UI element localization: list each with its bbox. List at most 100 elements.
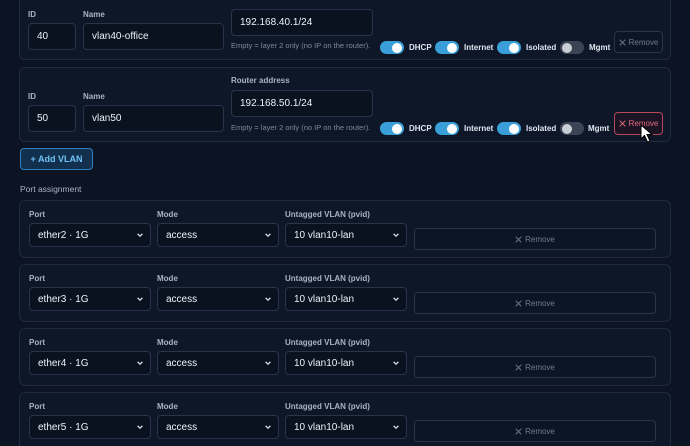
mode-select[interactable]: access [157,351,279,375]
chevron-down-icon [265,361,271,366]
mode-label: Mode [157,210,178,219]
mgmt-toggle[interactable] [560,41,584,54]
toggle-knob [562,123,572,134]
dhcp-label: DHCP [409,43,432,52]
port-row: Port Mode Untagged VLAN (pvid) ether3 · … [19,264,671,322]
toggle-knob [392,42,402,53]
chevron-down-icon [265,425,271,430]
dhcp-label: DHCP [409,124,432,133]
chevron-down-icon [137,361,143,366]
vlan-id-label: ID [28,92,36,101]
toggle-knob [509,123,519,134]
vlan-id-input[interactable]: 40 [28,23,76,50]
pvid-label: Untagged VLAN (pvid) [285,402,370,411]
remove-label: Remove [525,362,555,372]
pvid-label: Untagged VLAN (pvid) [285,274,370,283]
internet-label: Internet [464,124,494,133]
vlan-id-input[interactable]: 50 [28,105,76,132]
remove-vlan-button[interactable]: Remove [614,31,663,53]
router-address-input[interactable]: 192.168.40.1/24 [231,9,373,36]
chevron-down-icon [393,297,399,302]
pvid-select[interactable]: 10 vlan10-lan [285,351,407,375]
chevron-down-icon [265,297,271,302]
remove-label: Remove [525,234,555,244]
port-assignment-title: Port assignment [20,184,82,194]
pvid-label: Untagged VLAN (pvid) [285,210,370,219]
chevron-down-icon [393,425,399,430]
remove-port-button[interactable]: Remove [414,292,656,314]
isolated-label: Isolated [526,43,557,52]
pvid-label: Untagged VLAN (pvid) [285,338,370,347]
mgmt-label: Mgmt [588,124,610,133]
internet-toggle[interactable] [435,41,459,54]
chevron-down-icon [137,425,143,430]
vlan-name-input[interactable]: vlan40-office [83,23,224,50]
close-icon [515,235,522,243]
isolated-toggle[interactable] [497,122,521,135]
port-label: Port [29,402,45,411]
router-address-label: Router address [231,76,290,85]
remove-port-button[interactable]: Remove [414,356,656,378]
port-row: Port Mode Untagged VLAN (pvid) ether4 · … [19,328,671,386]
pvid-select[interactable]: 10 vlan10-lan [285,287,407,311]
dhcp-toggle[interactable] [380,122,404,135]
mgmt-label: Mgmt [589,43,611,52]
chevron-down-icon [137,233,143,238]
toggle-knob [509,42,519,53]
chevron-down-icon [137,297,143,302]
chevron-down-icon [393,361,399,366]
port-select[interactable]: ether4 · 1G [29,351,151,375]
remove-label: Remove [525,426,555,436]
close-icon [515,299,522,307]
pvid-select[interactable]: 10 vlan10-lan [285,415,407,439]
mode-value: access [166,229,198,241]
close-icon [618,120,626,127]
port-label: Port [29,338,45,347]
port-label: Port [29,210,45,219]
vlan-name-input[interactable]: vlan50 [83,105,224,132]
port-value: ether4 · 1G [38,357,89,369]
mode-label: Mode [157,338,178,347]
toggle-knob [392,123,402,134]
port-select[interactable]: ether3 · 1G [29,287,151,311]
port-select[interactable]: ether5 · 1G [29,415,151,439]
isolated-label: Isolated [526,124,557,133]
remove-port-button[interactable]: Remove [414,228,656,250]
port-row: Port Mode Untagged VLAN (pvid) ether2 · … [19,200,671,258]
mgmt-toggle[interactable] [560,122,584,135]
port-label: Port [29,274,45,283]
remove-label: Remove [525,298,555,308]
mode-select[interactable]: access [157,415,279,439]
vlan-id-label: ID [28,10,36,19]
vlan-name-label: Name [83,10,105,19]
pvid-select[interactable]: 10 vlan10-lan [285,223,407,247]
vlan-card-40: ID Name 40 vlan40-office 192.168.40.1/24… [19,0,671,60]
close-icon [618,38,626,46]
close-icon [515,427,522,435]
vlan-card-50: ID Name 50 vlan50 Router address 192.168… [19,67,671,142]
port-value: ether2 · 1G [38,229,89,241]
mode-select[interactable]: access [157,287,279,311]
close-icon [515,363,522,371]
router-address-input[interactable]: 192.168.50.1/24 [231,90,373,117]
chevron-down-icon [265,233,271,238]
chevron-down-icon [393,233,399,238]
mode-label: Mode [157,274,178,283]
isolated-toggle[interactable] [497,41,521,54]
mode-value: access [166,421,198,433]
internet-toggle[interactable] [435,122,459,135]
pvid-value: 10 vlan10-lan [294,293,355,305]
toggle-knob [562,42,572,53]
add-vlan-button[interactable]: + Add VLAN [20,148,93,170]
dhcp-toggle[interactable] [380,41,404,54]
port-value: ether5 · 1G [38,421,89,433]
router-address-hint: Empty = layer 2 only (no IP on the route… [231,41,371,50]
remove-port-button[interactable]: Remove [414,420,656,442]
remove-label: Remove [628,37,659,47]
mode-label: Mode [157,402,178,411]
port-value: ether3 · 1G [38,293,89,305]
mouse-cursor-icon [640,124,654,143]
mode-select[interactable]: access [157,223,279,247]
port-row: Port Mode Untagged VLAN (pvid) ether5 · … [19,392,671,446]
port-select[interactable]: ether2 · 1G [29,223,151,247]
